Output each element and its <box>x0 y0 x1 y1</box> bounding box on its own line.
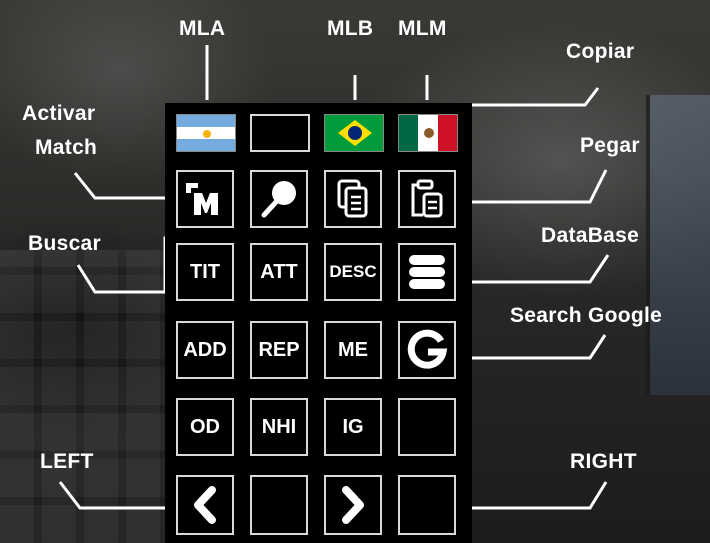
att-button[interactable]: ATT <box>250 243 308 301</box>
label-activar: Activar <box>22 102 96 125</box>
nhi-label: NHI <box>261 415 297 438</box>
match-logo-icon <box>186 183 218 215</box>
label-search-google: Search Google <box>510 304 663 327</box>
empty-button[interactable] <box>398 398 456 456</box>
eagle-emblem-icon <box>424 128 434 138</box>
ig-label: IG <box>342 415 364 438</box>
empty-flag-button[interactable] <box>250 114 310 152</box>
add-label: ADD <box>183 338 227 361</box>
database-button[interactable] <box>398 243 456 301</box>
label-mlb: MLB <box>327 17 374 40</box>
chevron-left-icon <box>194 486 216 524</box>
empty-button[interactable] <box>398 475 456 535</box>
activar-match-button[interactable] <box>176 170 234 228</box>
add-button[interactable]: ADD <box>176 321 234 379</box>
att-label: ATT <box>260 260 298 283</box>
label-pegar: Pegar <box>580 134 640 157</box>
label-left: LEFT <box>40 450 94 473</box>
copy-icon <box>337 179 368 218</box>
ig-button[interactable]: IG <box>324 398 382 456</box>
copiar-button[interactable] <box>324 170 382 228</box>
database-icon <box>409 255 445 289</box>
google-g-icon <box>407 329 448 369</box>
label-mla: MLA <box>179 17 226 40</box>
label-match: Match <box>35 136 98 159</box>
od-label: OD <box>190 415 220 438</box>
chevron-right-icon <box>342 486 364 524</box>
tit-label: TIT <box>190 260 220 283</box>
buscar-button[interactable] <box>250 170 308 228</box>
rep-button[interactable]: REP <box>250 321 308 379</box>
label-database: DataBase <box>541 224 640 247</box>
me-button[interactable]: ME <box>324 321 382 379</box>
argentina-flag-button[interactable] <box>176 114 236 152</box>
search-pin-icon <box>261 181 296 218</box>
sun-icon <box>203 130 211 138</box>
paste-icon <box>411 179 443 218</box>
tit-button[interactable]: TIT <box>176 243 234 301</box>
nhi-button[interactable]: NHI <box>250 398 308 456</box>
label-mlm: MLM <box>398 17 447 40</box>
desc-label: DESC <box>329 262 377 281</box>
label-buscar: Buscar <box>28 232 102 255</box>
label-right: RIGHT <box>570 450 637 473</box>
left-button[interactable] <box>176 475 234 535</box>
od-button[interactable]: OD <box>176 398 234 456</box>
brazil-diamond-icon <box>338 120 372 146</box>
right-button[interactable] <box>324 475 382 535</box>
pegar-button[interactable] <box>398 170 456 228</box>
me-label: ME <box>338 338 368 361</box>
desc-button[interactable]: DESC <box>324 243 382 301</box>
brazil-flag-button[interactable] <box>324 114 384 152</box>
mexico-flag-button[interactable] <box>398 114 458 152</box>
label-copiar: Copiar <box>566 40 635 63</box>
rep-label: REP <box>258 338 300 361</box>
search-google-button[interactable] <box>398 321 456 379</box>
empty-button[interactable] <box>250 475 308 535</box>
